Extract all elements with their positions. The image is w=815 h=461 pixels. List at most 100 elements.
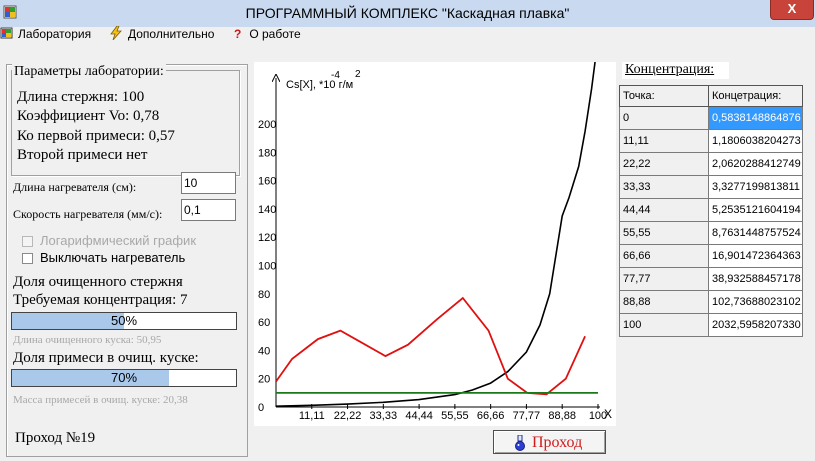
point-cell[interactable]: 11,11 (619, 129, 709, 153)
y-tick-label: 200 (258, 119, 276, 131)
purified-title: Доля очищенного стержня (13, 274, 183, 290)
flask-icon (515, 435, 525, 451)
point-cell[interactable]: 55,55 (619, 221, 709, 245)
concentration-cell[interactable]: 3,3277199813811 (708, 175, 803, 199)
table-row[interactable]: 66,66 16,901472364363 (619, 244, 803, 268)
x-tick-label: 88,88 (548, 410, 576, 422)
impurity-title: Доля примеси в очищ. куске: (13, 350, 199, 366)
purified-length-note: Длина очищенного куска: 50,95 (13, 334, 162, 346)
table-header-row: Точка: Концетрация: (619, 85, 803, 107)
menu-item-laboratory[interactable]: Лаборатория (0, 26, 91, 42)
heater-speed-label: Скорость нагревателя (мм/с): (13, 207, 163, 221)
window-title: ПРОГРАММНЫЙ КОМПЛЕКС "Каскадная плавка" (245, 5, 570, 21)
distribution-curve (276, 296, 586, 396)
rod-length: Длина стержня: 100 (17, 89, 145, 105)
y-tick-label: 140 (258, 204, 276, 216)
concentration-cell[interactable]: 38,932588457178 (708, 267, 803, 291)
coefficient: Коэффициент Vo: 0,78 (17, 108, 160, 124)
point-cell[interactable]: 0 (619, 106, 709, 130)
heater-length-label: Длина нагревателя (см): (13, 180, 137, 194)
table-row[interactable]: 88,88 102,73688023102 (619, 290, 803, 314)
y-tick-label: 180 (258, 147, 276, 159)
menu-item-label: О работе (249, 27, 301, 41)
point-cell[interactable]: 77,77 (619, 267, 709, 291)
table-row[interactable]: 100 2032,5958207330 (619, 313, 803, 337)
point-cell[interactable]: 66,66 (619, 244, 709, 268)
lightning-icon (110, 25, 122, 41)
pass-counter: Проход №19 (15, 430, 96, 446)
concentration-curve (276, 62, 596, 407)
impurity-progress-text: 70% (110, 370, 138, 385)
table-row[interactable]: 77,77 38,932588457178 (619, 267, 803, 291)
log-graph-checkbox[interactable] (22, 236, 33, 247)
heater-off-label: Выключать нагреватель (40, 250, 186, 265)
menu-item-label: Дополнительно (128, 27, 215, 41)
heater-length-input[interactable] (181, 172, 236, 194)
purified-progress-text: 50% (110, 313, 138, 328)
chart-series (276, 62, 598, 407)
chart-axes (276, 78, 600, 408)
table-row[interactable]: 0 0,5838148864876 (619, 106, 803, 130)
lab-icon (0, 27, 13, 39)
proceed-button[interactable]: Проход (493, 430, 606, 454)
y-tick-label: 100 (258, 261, 276, 273)
y-tick-labels: 0 20 40 60 80 100 120 140 160 180 200 (258, 119, 276, 414)
x-tick-label: 66,66 (477, 410, 505, 422)
menu-item-about[interactable]: ? О работе (234, 26, 301, 42)
point-cell[interactable]: 22,22 (619, 152, 709, 176)
impurity-mass-note: Масса примесей в очищ. куске: 20,38 (13, 394, 188, 406)
concentration-cell[interactable]: 16,901472364363 (708, 244, 803, 268)
header-point: Точка: (619, 85, 709, 107)
concentration-chart: 0 20 40 60 80 100 120 140 160 180 200 11,11 22,22 33… (258, 62, 612, 422)
y-tick-label: 0 (258, 402, 264, 414)
point-cell[interactable]: 33,33 (619, 175, 709, 199)
table-row[interactable]: 44,44 5,2535121604194 (619, 198, 803, 222)
concentration-table[interactable]: Точка: Концетрация: 0 0,5838148864876 11,1… (619, 85, 803, 337)
y-tick-label: 40 (258, 345, 270, 357)
point-cell[interactable]: 100 (619, 313, 709, 337)
table-row[interactable]: 33,33 3,3277199813811 (619, 175, 803, 199)
impurity-progress: 70% (11, 369, 237, 387)
y-tick-label: 60 (258, 317, 270, 329)
params-caption: Параметры лаборатории: (12, 64, 166, 80)
x-tick-label: 55,55 (441, 410, 469, 422)
x-tick-label: 44,44 (405, 410, 433, 422)
concentration-cell[interactable]: 8,7631448757524 (708, 221, 803, 245)
table-row[interactable]: 11,11 1,1806038204273 (619, 129, 803, 153)
required-concentration: Требуемая концентрация: 7 (13, 292, 188, 308)
heater-speed-input[interactable] (181, 199, 236, 221)
purified-progress: 50% (11, 312, 237, 330)
concentration-cell[interactable]: 1,1806038204273 (708, 129, 803, 153)
table-caption: Концентрация: (622, 62, 729, 79)
log-graph-label: Логарифмический график (40, 233, 197, 248)
first-impurity: Ко первой примеси: 0,57 (17, 128, 175, 144)
menu-item-additional[interactable]: Дополнительно (110, 25, 215, 42)
heater-off-checkbox[interactable] (22, 253, 33, 264)
y-tick-label: 160 (258, 176, 276, 188)
concentration-cell[interactable]: 102,73688023102 (708, 290, 803, 314)
concentration-cell[interactable]: 0,5838148864876 (708, 106, 803, 130)
table-row[interactable]: 22,22 2,0620288412749 (619, 152, 803, 176)
point-cell[interactable]: 88,88 (619, 290, 709, 314)
menu-item-label: Лаборатория (18, 27, 92, 41)
x-axis-label: X (604, 407, 612, 421)
table-row[interactable]: 55,55 8,7631448757524 (619, 221, 803, 245)
x-tick-label: 33,33 (370, 410, 398, 422)
proceed-label: Проход (532, 434, 583, 451)
point-cell[interactable]: 44,44 (619, 198, 709, 222)
x-tick-label: 22,22 (334, 410, 362, 422)
y-axis-label: Cs[X], *10 г/м (286, 79, 353, 91)
y-axis-label-unit-exponent: 2 (355, 69, 361, 80)
x-tick-label: 77,77 (513, 410, 541, 422)
concentration-cell[interactable]: 2,0620288412749 (708, 152, 803, 176)
y-tick-label: 120 (258, 232, 276, 244)
second-impurity: Второй примеси нет (17, 147, 148, 163)
concentration-cell[interactable]: 2032,5958207330 (708, 313, 803, 337)
y-tick-label: 80 (258, 289, 270, 301)
close-button[interactable]: X (770, 0, 814, 20)
concentration-cell[interactable]: 5,2535121604194 (708, 198, 803, 222)
y-axis-label-exponent: -4 (331, 70, 340, 81)
question-icon: ? (234, 27, 242, 41)
header-concentration: Концетрация: (708, 85, 803, 107)
x-tick-label: 11,11 (299, 410, 325, 422)
